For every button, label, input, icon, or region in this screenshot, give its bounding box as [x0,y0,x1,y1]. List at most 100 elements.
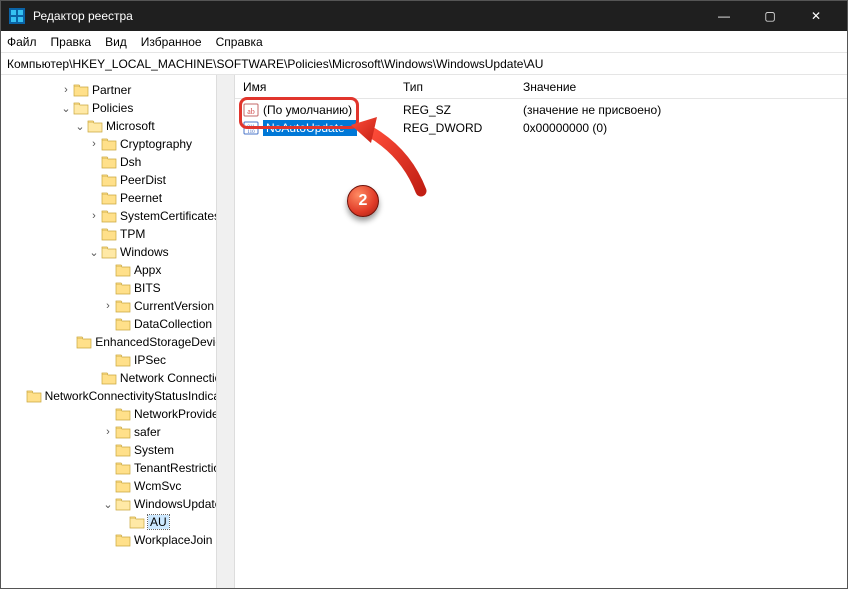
tree-item[interactable]: ›SystemCertificates [3,207,234,225]
tree-item[interactable]: WcmSvc [3,477,234,495]
tree-item-label: Peernet [120,191,162,205]
list-row[interactable]: 011110REG_DWORD0x00000000 (0) [235,119,847,137]
chevron-down-icon[interactable]: ⌄ [101,498,115,511]
tree-item-label: NetworkConnectivityStatusIndicator [45,389,234,403]
tree-item-label: DataCollection [134,317,212,331]
tree-item[interactable]: AU [3,513,234,531]
chevron-right-icon[interactable]: › [101,426,115,438]
folder-icon [101,137,117,151]
tree-item-label: Partner [92,83,131,97]
values-pane[interactable]: Имя Тип Значение ab(По умолчанию)REG_SZ(… [235,75,847,588]
tree-item[interactable]: › Cryptography [3,135,234,153]
folder-icon [101,209,117,223]
folder-icon [115,533,131,547]
tree-item-label: safer [134,425,161,439]
folder-icon [101,173,117,187]
tree-item[interactable]: TPM [3,225,234,243]
folder-icon [115,281,131,295]
tree-item[interactable]: IPSec [3,351,234,369]
chevron-right-icon[interactable]: › [101,300,115,312]
menu-file[interactable]: Файл [7,35,37,49]
folder-icon [101,191,117,205]
folder-icon [26,389,42,403]
value-data: 0x00000000 (0) [515,121,847,135]
tree-item[interactable]: › Partner [3,81,234,99]
tree-item[interactable]: EnhancedStorageDevices [3,333,234,351]
tree-item-label: AU [148,515,169,529]
folder-icon [115,443,131,457]
tree-item[interactable]: Peernet [3,189,234,207]
tree-item[interactable]: System [3,441,234,459]
menu-help[interactable]: Справка [216,35,263,49]
value-type: REG_SZ [395,103,515,117]
close-button[interactable]: ✕ [793,1,839,31]
menu-edit[interactable]: Правка [51,35,92,49]
chevron-right-icon[interactable]: › [59,84,73,96]
folder-icon [115,407,131,421]
tree-item-label: TPM [120,227,145,241]
tree-pane[interactable]: › Partner ⌄ Policies ⌄ Microsoft › Cryptography… [1,75,235,588]
value-type: REG_DWORD [395,121,515,135]
tree-item[interactable]: DataCollection [3,315,234,333]
address-bar[interactable]: Компьютер\HKEY_LOCAL_MACHINE\SOFTWARE\Po… [1,53,847,75]
tree-item-label: Cryptography [120,137,192,151]
tree-item-label: System [134,443,174,457]
menu-favorites[interactable]: Избранное [141,35,202,49]
tree-item[interactable]: ⌄ Microsoft [3,117,234,135]
tree-item[interactable]: PeerDist [3,171,234,189]
col-header-name[interactable]: Имя [235,80,395,94]
folder-icon [115,479,131,493]
minimize-button[interactable]: — [701,1,747,31]
tree-item[interactable]: NetworkProvider [3,405,234,423]
col-header-data[interactable]: Значение [515,80,847,94]
list-row[interactable]: ab(По умолчанию)REG_SZ(значение не присв… [235,101,847,119]
folder-icon [115,317,131,331]
value-data: (значение не присвоено) [515,103,847,117]
tree-item[interactable]: Network Connections [3,369,234,387]
tree-item[interactable]: WorkplaceJoin [3,531,234,549]
chevron-right-icon[interactable]: › [87,210,101,222]
tree-item-label: Microsoft [106,119,155,133]
folder-icon [73,101,89,115]
folder-icon [101,371,117,385]
chevron-right-icon[interactable]: › [87,138,101,150]
tree-item[interactable]: › safer [3,423,234,441]
value-name-input[interactable] [263,120,357,136]
tree-item-label: NetworkProvider [134,407,223,421]
tree-item[interactable]: ⌄WindowsUpdate [3,495,234,513]
tree-item[interactable]: Appx [3,261,234,279]
menubar: Файл Правка Вид Избранное Справка [1,31,847,53]
tree-item-label: Appx [134,263,161,277]
tree-item-label: PeerDist [120,173,166,187]
value-name[interactable] [263,120,395,136]
string-value-icon: ab [243,102,259,118]
tree-item[interactable]: TenantRestrictions [3,459,234,477]
folder-icon [115,497,131,511]
folder-icon [115,299,131,313]
tree-item-label: Windows [120,245,169,259]
tree-item-label: Dsh [120,155,141,169]
tree-item[interactable]: ›CurrentVersion [3,297,234,315]
tree-item-label: EnhancedStorageDevices [95,335,234,349]
col-header-type[interactable]: Тип [395,80,515,94]
titlebar[interactable]: Редактор реестра — ▢ ✕ [1,1,847,31]
app-icon [9,8,25,24]
chevron-down-icon[interactable]: ⌄ [59,102,73,115]
chevron-down-icon[interactable]: ⌄ [73,120,87,133]
tree-item-label: BITS [134,281,161,295]
folder-icon [73,83,89,97]
tree-item[interactable]: ⌄ Policies [3,99,234,117]
tree-item[interactable]: Dsh [3,153,234,171]
maximize-button[interactable]: ▢ [747,1,793,31]
folder-icon [115,263,131,277]
menu-view[interactable]: Вид [105,35,127,49]
list-header: Имя Тип Значение [235,75,847,99]
folder-icon [101,245,117,259]
tree-item-label: Policies [92,101,133,115]
chevron-down-icon[interactable]: ⌄ [87,246,101,259]
tree-item-label: WcmSvc [134,479,181,493]
tree-item[interactable]: ⌄ Windows [3,243,234,261]
tree-item[interactable]: NetworkConnectivityStatusIndicator [3,387,234,405]
tree-item[interactable]: BITS [3,279,234,297]
folder-icon [115,461,131,475]
